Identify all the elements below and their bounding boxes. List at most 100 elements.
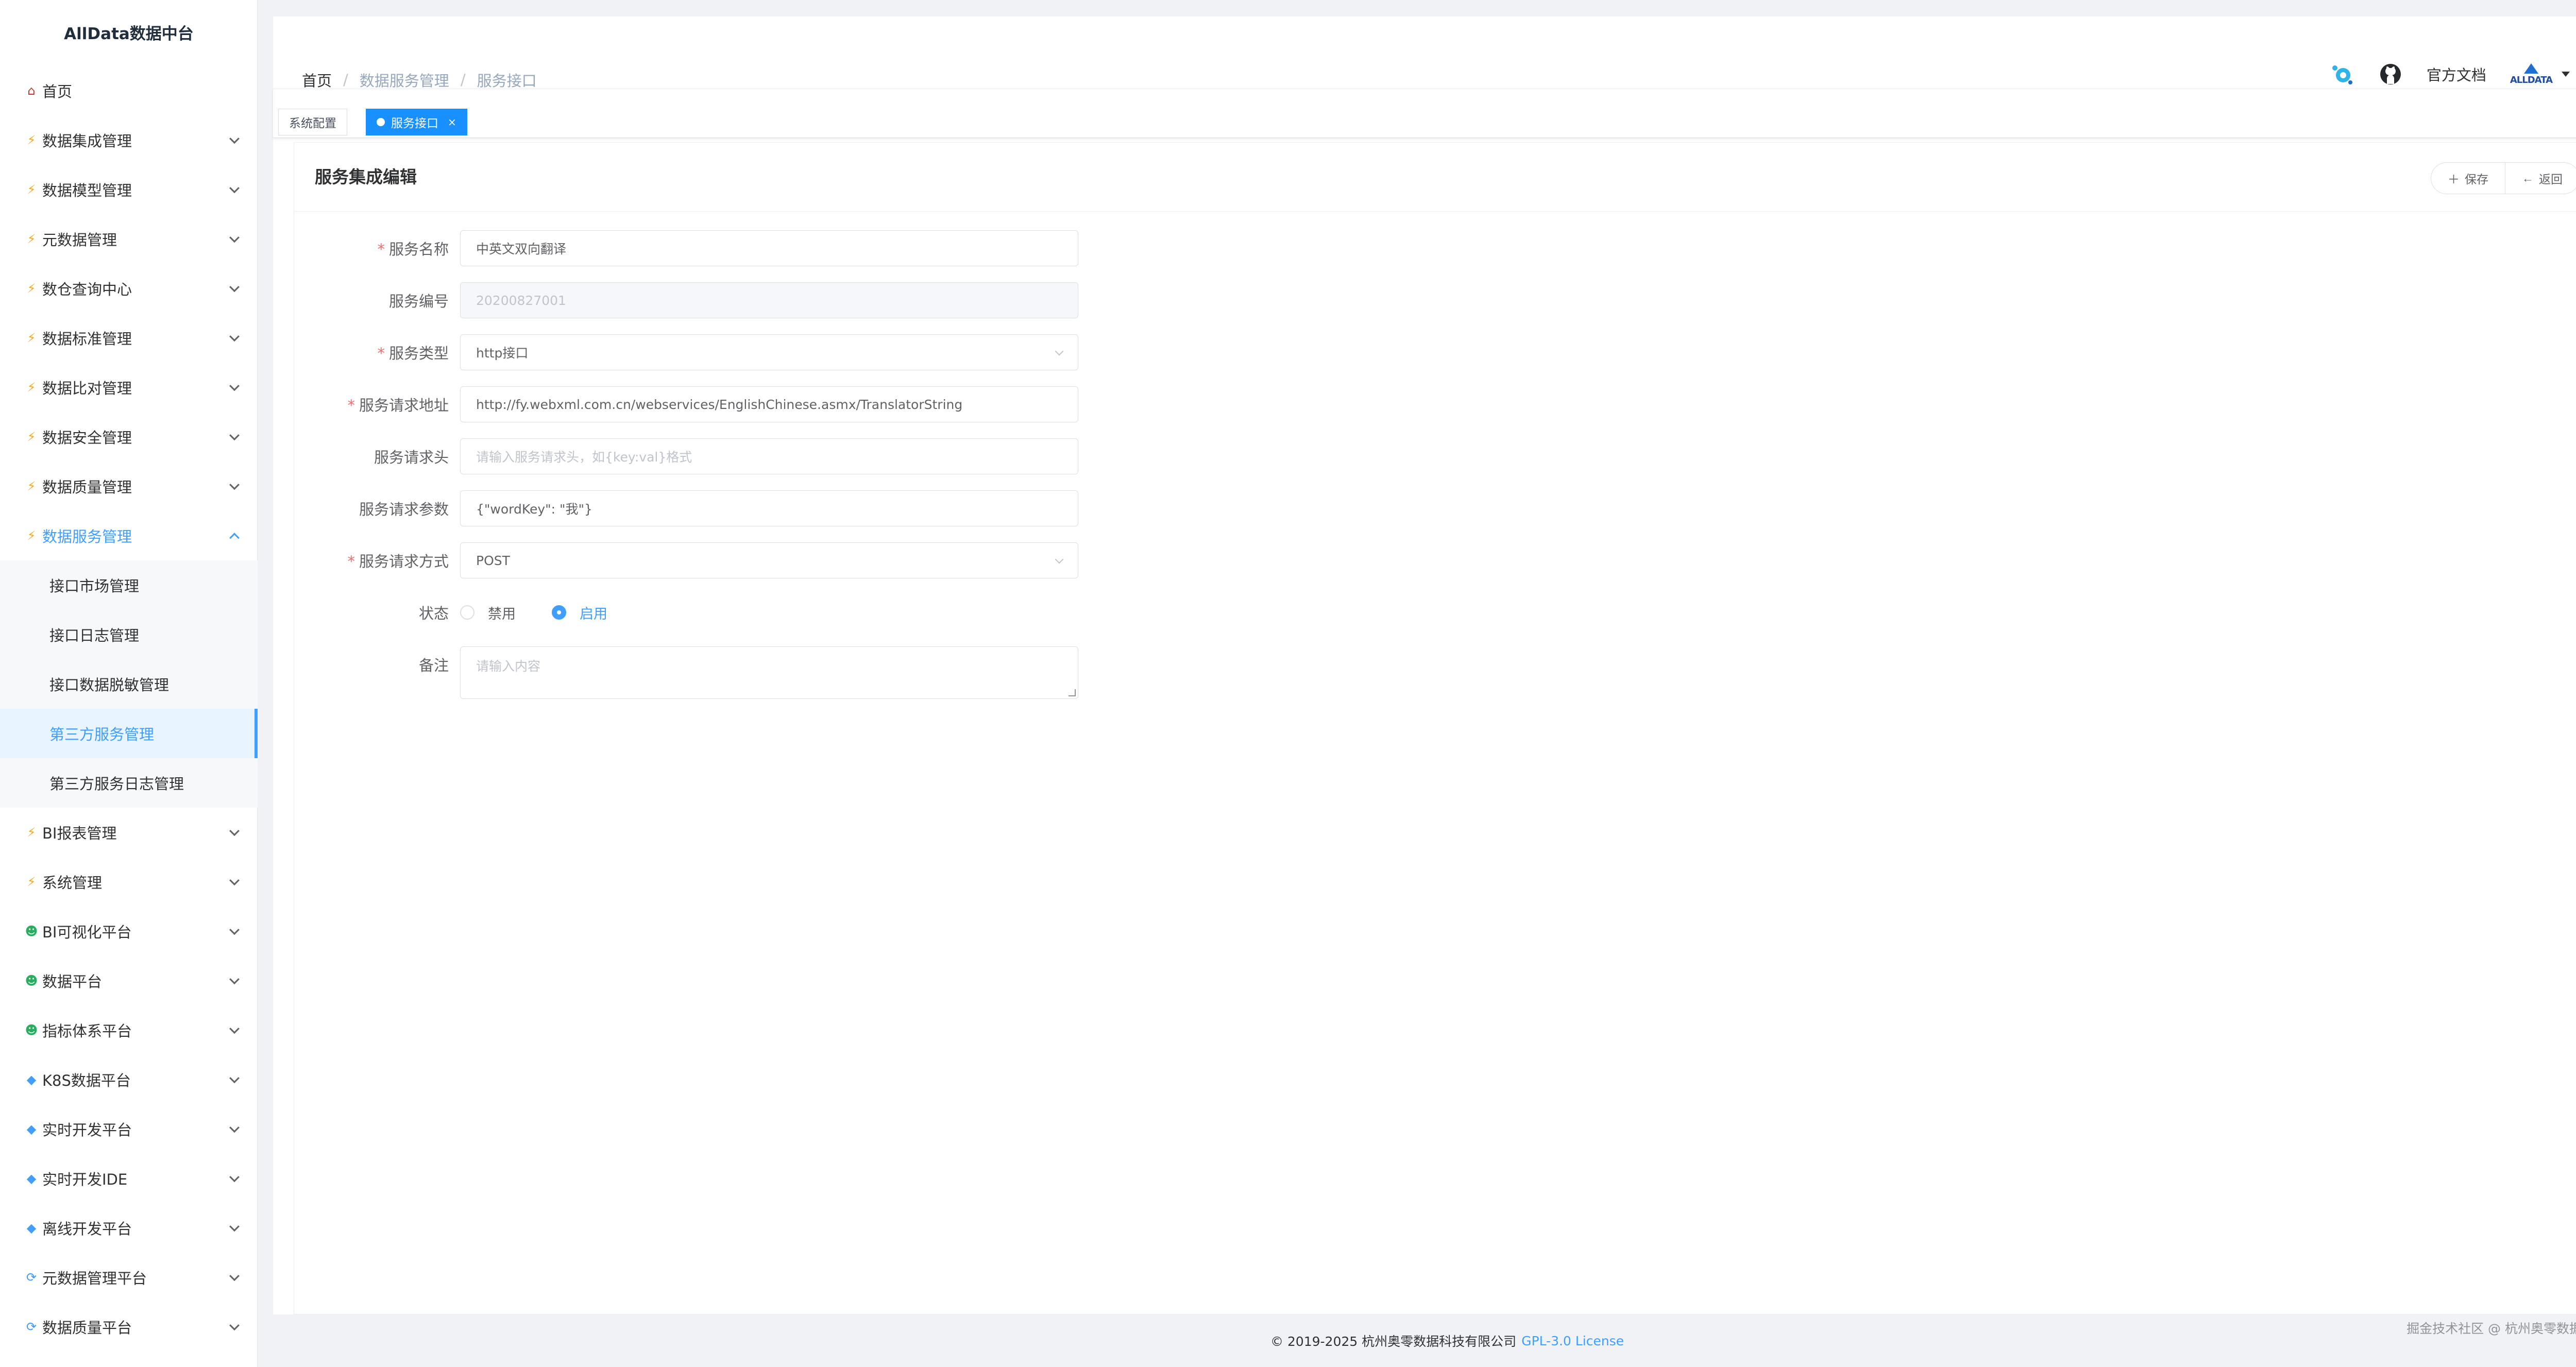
remark-textarea[interactable]: 请输入内容 [460,646,1078,699]
edit-card: 服务集成编辑 ＋ 保存 ← 返回 * 服务名称 中英文双向翻译 服务编号 202… [294,142,2576,1314]
form-label: 服务请求头 [374,449,449,466]
form-label: * 服务请求方式 [347,553,449,570]
github-icon[interactable] [2378,62,2403,87]
sidebar-item-metadata-platform[interactable]: ⟳ 元数据管理平台 [0,1253,258,1302]
chevron-down-icon [229,1023,240,1034]
service-params-input[interactable]: {"wordKey": "我"} [460,490,1078,526]
sidebar-item-data-model[interactable]: ⚡ 数据模型管理 [0,165,258,214]
select-value: POST [476,553,510,568]
service-name-input[interactable]: 中英文双向翻译 [460,230,1078,266]
breadcrumb-data-service[interactable]: 数据服务管理 [360,69,449,91]
sidebar-item-metric-platform[interactable]: ☻ 指标体系平台 [0,1005,258,1055]
form-row-service-url: * 服务请求地址 http://fy.webxml.com.cn/webservi… [294,386,2576,422]
person-icon: ☻ [25,973,38,988]
sidebar-item-k8s-platform[interactable]: ◆ K8S数据平台 [0,1055,258,1104]
sidebar-item-data-integration[interactable]: ⚡ 数据集成管理 [0,115,258,165]
sidebar-item-data-quality[interactable]: ⚡ 数据质量管理 [0,462,258,511]
sidebar-item-label: 数据安全管理 [42,429,132,447]
app-root: AllData数据中台 ⌂ 首页 ⚡ 数据集成管理 ⚡ 数据模型管理 ⚡ 元数据… [0,0,2576,1367]
form-label: * 服务名称 [377,241,449,258]
sidebar-item-label: 接口数据脱敏管理 [49,676,170,694]
chevron-down-icon [1055,555,1064,564]
chevron-down-icon [229,1320,240,1331]
gem-icon: ◆ [26,1122,37,1136]
sidebar-item-realtime-ide[interactable]: ◆ 实时开发IDE [0,1154,258,1203]
sidebar-item-warehouse-query[interactable]: ⚡ 数仓查询中心 [0,264,258,313]
top-navbar: 首页 / 数据服务管理 / 服务接口 官方文档 ALLDATA [273,16,2576,91]
form-row-service-method: * 服务请求方式 POST [294,542,2576,578]
chevron-down-icon [229,183,240,194]
service-header-input[interactable]: 请输入服务请求头，如{key:val}格式 [460,438,1078,474]
sidebar-item-data-platform[interactable]: ☻ 数据平台 [0,956,258,1005]
service-url-input[interactable]: http://fy.webxml.com.cn/webservices/Engl… [460,386,1078,422]
chevron-down-icon [229,1073,240,1084]
sidebar-item-realtime-platform[interactable]: ◆ 实时开发平台 [0,1104,258,1154]
radio-circle [460,605,474,620]
sidebar-item-data-service[interactable]: ⚡ 数据服务管理 [0,511,258,560]
service-type-select[interactable]: http接口 [460,334,1078,370]
sidebar-item-label: 第三方服务管理 [49,726,155,743]
main-panel: 首页 / 数据服务管理 / 服务接口 官方文档 ALLDATA 系统配置 服务接… [273,16,2576,1314]
status-radio-disabled[interactable]: 禁用 [460,603,516,623]
sidebar-item-home[interactable]: ⌂ 首页 [0,66,258,115]
textarea-placeholder: 请输入内容 [476,659,541,674]
arrow-left-icon: ← [2522,171,2534,185]
page-title: 服务集成编辑 [315,167,417,187]
chevron-down-icon [229,925,240,935]
status-radio-enabled[interactable]: 启用 [552,603,607,623]
sidebar-item-offline-platform[interactable]: ◆ 离线开发平台 [0,1203,258,1253]
resize-handle-icon[interactable] [1069,689,1076,696]
sidebar-subitem-api-log[interactable]: 接口日志管理 [0,610,258,659]
sidebar-subitem-api-market[interactable]: 接口市场管理 [0,560,258,610]
bolt-icon: ⚡ [27,133,36,147]
bolt-icon: ⚡ [27,232,36,246]
bolt-icon: ⚡ [27,380,36,395]
docs-link[interactable]: 官方文档 [2427,63,2486,85]
sidebar-subitem-third-party-service[interactable]: 第三方服务管理 [0,709,258,758]
bolt-icon: ⚡ [27,182,36,197]
person-icon: ☻ [25,1023,38,1037]
breadcrumb-home[interactable]: 首页 [302,69,332,91]
tag-service-api[interactable]: 服务接口 × [366,109,467,135]
radio-circle [552,605,566,620]
sidebar-item-quality-platform[interactable]: ⟳ 数据质量平台 [0,1302,258,1352]
ai-assistant-icon[interactable] [2330,62,2354,87]
watermark: 掘金技术社区 @ 杭州奥零数据科技 [2406,1321,2576,1336]
form-label: 服务编号 [388,293,449,310]
chevron-down-icon [229,1122,240,1133]
sidebar-subitem-third-party-log[interactable]: 第三方服务日志管理 [0,758,258,808]
service-code-input: 20200827001 [460,282,1078,318]
required-mark: * [377,241,385,258]
caret-down-icon [2562,72,2570,77]
sidebar-item-label: BI报表管理 [42,825,117,842]
sidebar-subitem-api-mask[interactable]: 接口数据脱敏管理 [0,659,258,709]
bolt-icon: ⚡ [27,430,36,444]
gem-icon: ◆ [26,1221,37,1235]
sidebar-item-bi-report[interactable]: ⚡ BI报表管理 [0,808,258,857]
sidebar-item-metadata[interactable]: ⚡ 元数据管理 [0,214,258,264]
save-button[interactable]: ＋ 保存 [2431,162,2505,194]
close-icon[interactable]: × [448,116,456,128]
active-dot-icon [377,118,385,126]
sidebar-item-label: 实时开发IDE [42,1171,128,1188]
sidebar-item-label: 指标体系平台 [42,1022,132,1040]
person-icon: ☻ [25,924,38,938]
sidebar-item-data-standard[interactable]: ⚡ 数据标准管理 [0,313,258,363]
sidebar-item-data-compare[interactable]: ⚡ 数据比对管理 [0,363,258,412]
sidebar-item-system[interactable]: ⚡ 系统管理 [0,857,258,907]
required-mark: * [347,397,355,414]
license-link[interactable]: GPL-3.0 License [1521,1334,1624,1348]
radio-label: 启用 [580,606,607,622]
chevron-down-icon [1055,347,1064,356]
cycle-icon: ⟳ [26,1320,37,1334]
tag-system-config[interactable]: 系统配置 [278,109,347,135]
required-mark: * [377,345,385,362]
sidebar-item-data-security[interactable]: ⚡ 数据安全管理 [0,412,258,462]
navbar-right: 官方文档 ALLDATA [2330,62,2570,87]
chevron-down-icon [229,1172,240,1183]
back-button[interactable]: ← 返回 [2505,162,2576,194]
form-label: * 服务请求地址 [347,397,449,414]
user-menu[interactable]: ALLDATA [2510,63,2570,85]
sidebar-item-bi-visual[interactable]: ☻ BI可视化平台 [0,907,258,956]
service-method-select[interactable]: POST [460,542,1078,578]
